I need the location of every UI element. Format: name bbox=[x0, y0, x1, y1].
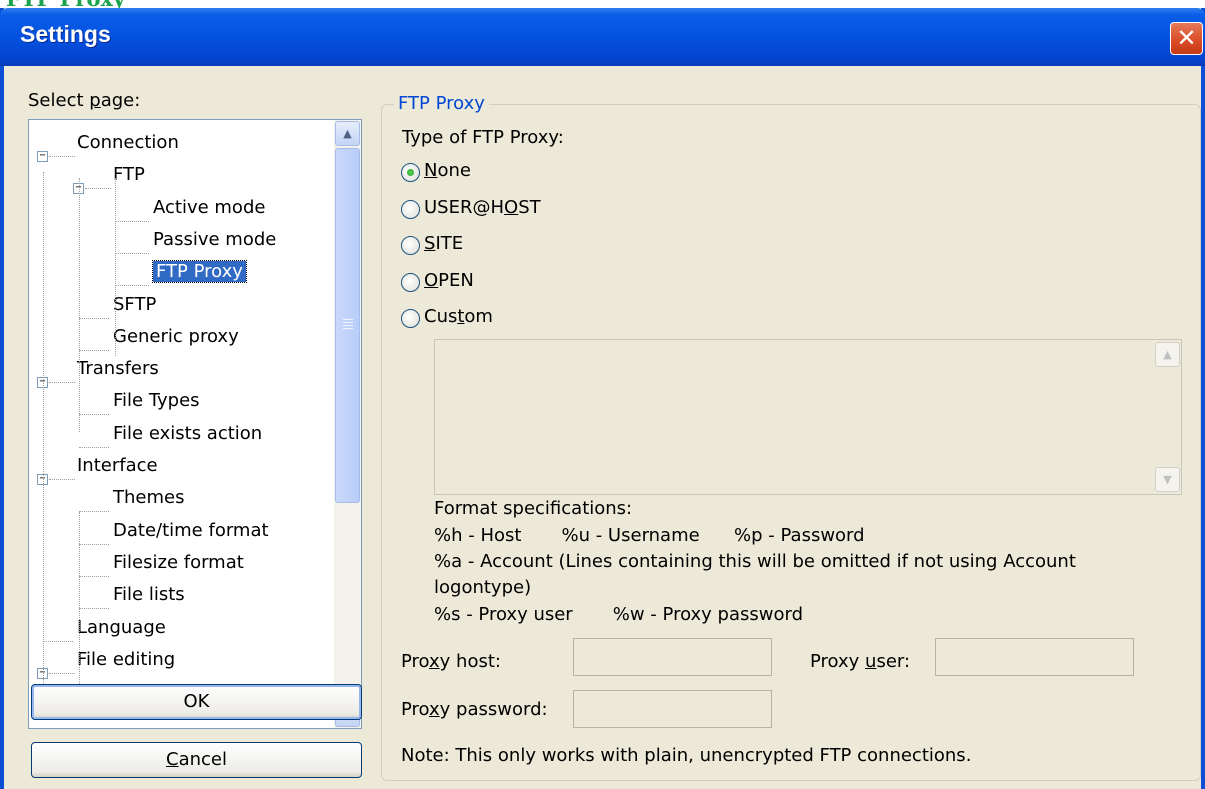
tree-item-label: File exists action bbox=[113, 422, 263, 444]
tree-connector bbox=[79, 512, 80, 688]
group-title: FTP Proxy bbox=[394, 93, 489, 114]
tree-item-label: Connection bbox=[77, 132, 179, 153]
proxy-host-field[interactable] bbox=[573, 638, 772, 676]
ok-button[interactable]: OK bbox=[31, 684, 362, 720]
textarea-scrollbar[interactable]: ▲ ▼ bbox=[1154, 340, 1181, 494]
tree-item-label: File editing bbox=[77, 648, 176, 670]
proxy-host-label: Proxy host: bbox=[401, 651, 501, 672]
format-line: %a - Account (Lines containing this will… bbox=[434, 551, 1076, 572]
proxy-password-field[interactable] bbox=[573, 690, 772, 728]
page-tree[interactable]: ▲ ▼ Connection−FTP−Active modePassive mo… bbox=[28, 119, 362, 729]
tree-item-label: Date/time format bbox=[113, 519, 269, 541]
tree-item-label: FTP bbox=[113, 164, 145, 186]
tree-item-file-types[interactable]: File Types bbox=[113, 388, 200, 414]
tree-connector bbox=[79, 575, 109, 577]
proxy-type-label: Type of FTP Proxy: bbox=[402, 127, 564, 148]
tree-item-label: Active mode bbox=[153, 196, 266, 218]
tree-connector bbox=[79, 511, 109, 513]
tree-connector bbox=[79, 446, 109, 448]
cancel-label: Cancel bbox=[166, 749, 227, 770]
tree-item-filesize-format[interactable]: Filesize format bbox=[113, 550, 244, 576]
tree-connector bbox=[49, 479, 75, 480]
title-bar[interactable]: Settings ✕ bbox=[0, 8, 1205, 66]
tree-connector bbox=[115, 252, 149, 254]
scrollbar-thumb[interactable] bbox=[335, 148, 360, 503]
cancel-button[interactable]: Cancel bbox=[31, 742, 362, 778]
tree-item-label: Filesize format bbox=[113, 551, 244, 573]
radio-label[interactable]: OPEN bbox=[424, 270, 474, 291]
tree-connector bbox=[115, 220, 149, 222]
grip-icon bbox=[343, 319, 353, 329]
tree-scrollbar[interactable]: ▲ ▼ bbox=[334, 120, 361, 728]
tree-item-label: File Types bbox=[113, 390, 200, 412]
tree-connector bbox=[79, 349, 109, 351]
tree-connector bbox=[115, 178, 116, 356]
format-line: %h - Host %u - Username %p - Password bbox=[434, 525, 865, 546]
tree-connector bbox=[49, 156, 75, 157]
radio-label[interactable]: Custom bbox=[424, 306, 493, 327]
tree-item-label: FTP Proxy bbox=[152, 260, 247, 284]
tree-item-file-editing[interactable]: File editing bbox=[77, 647, 175, 673]
custom-proxy-textarea[interactable]: ▲ ▼ bbox=[434, 339, 1182, 495]
tree-item-connection[interactable]: Connection bbox=[77, 130, 179, 156]
tree-item-label: Interface bbox=[77, 455, 158, 476]
tree-item-ftp-proxy[interactable]: FTP Proxy bbox=[152, 259, 247, 285]
minus-box-icon[interactable]: − bbox=[37, 151, 48, 162]
settings-dialog: Settings ✕ Select page: ▲ ▼ Connection − F… bbox=[0, 8, 1205, 789]
proxy-user-field[interactable] bbox=[935, 638, 1134, 676]
tree-item-label: Generic proxy bbox=[113, 325, 239, 347]
tree-item-label: Passive mode bbox=[153, 228, 277, 250]
select-page-label: Select page: bbox=[28, 90, 141, 111]
tree-item-label: Transfers bbox=[77, 358, 159, 380]
proxy-user-label: Proxy user: bbox=[810, 651, 911, 672]
chevron-down-icon[interactable]: ▼ bbox=[1155, 467, 1180, 492]
tree-connector bbox=[79, 608, 109, 610]
proxy-password-label: Proxy password: bbox=[401, 699, 548, 720]
radio-custom[interactable] bbox=[401, 309, 420, 328]
tree-connector bbox=[43, 172, 44, 710]
tree-item-language[interactable]: Language bbox=[77, 615, 166, 641]
format-line: Format specifications: bbox=[434, 498, 633, 519]
tree-connector bbox=[79, 317, 109, 319]
tree-item-label: Language bbox=[77, 616, 166, 638]
tree-item-file-exists-action[interactable]: File exists action bbox=[113, 421, 262, 447]
tree-item-active-mode[interactable]: Active mode bbox=[153, 195, 265, 221]
tree-connector bbox=[85, 188, 111, 190]
tree-item-sftp[interactable]: SFTP bbox=[113, 292, 156, 318]
tree-connector bbox=[79, 543, 109, 545]
format-line: logontype) bbox=[434, 577, 532, 598]
tree-item-generic-proxy[interactable]: Generic proxy bbox=[113, 324, 239, 350]
tree-item-label: File lists bbox=[113, 584, 185, 606]
tree-item-passive-mode[interactable]: Passive mode bbox=[153, 227, 276, 253]
radio-label[interactable]: SITE bbox=[424, 233, 463, 254]
tree-connector bbox=[43, 640, 73, 642]
tree-item-ftp[interactable]: FTP bbox=[113, 162, 145, 188]
chevron-up-icon[interactable]: ▲ bbox=[335, 121, 360, 146]
radio-none[interactable] bbox=[401, 163, 420, 182]
format-line: %s - Proxy user %w - Proxy password bbox=[434, 604, 804, 625]
tree-connector bbox=[79, 178, 80, 432]
tree-item-label: Themes bbox=[113, 487, 185, 509]
radio-label[interactable]: None bbox=[424, 160, 471, 181]
tree-item-date-time-format[interactable]: Date/time format bbox=[113, 518, 269, 544]
tree-connector bbox=[49, 382, 75, 384]
close-icon: ✕ bbox=[1176, 24, 1197, 52]
tree-connector bbox=[115, 285, 149, 287]
window-title: Settings bbox=[20, 21, 111, 47]
tree-connector bbox=[49, 672, 75, 674]
close-button[interactable]: ✕ bbox=[1170, 22, 1203, 55]
radio-label[interactable]: USER@HOST bbox=[424, 197, 541, 218]
tree-item-transfers[interactable]: Transfers bbox=[77, 356, 159, 382]
radio-site[interactable] bbox=[401, 236, 420, 255]
tree-connector bbox=[79, 414, 109, 416]
tree-item-themes[interactable]: Themes bbox=[113, 485, 184, 511]
tree-item-interface[interactable]: Interface bbox=[77, 453, 158, 479]
tree-item-file-lists[interactable]: File lists bbox=[113, 582, 185, 608]
note-text: Note: This only works with plain, unencr… bbox=[401, 745, 972, 766]
radio-open[interactable] bbox=[401, 272, 420, 292]
tree-item-label: SFTP bbox=[113, 293, 157, 315]
chevron-up-icon[interactable]: ▲ bbox=[1155, 342, 1180, 367]
radio-user-host[interactable] bbox=[401, 199, 420, 219]
dialog-content: Select page: ▲ ▼ Connection−FTP−Active m… bbox=[4, 66, 1201, 789]
